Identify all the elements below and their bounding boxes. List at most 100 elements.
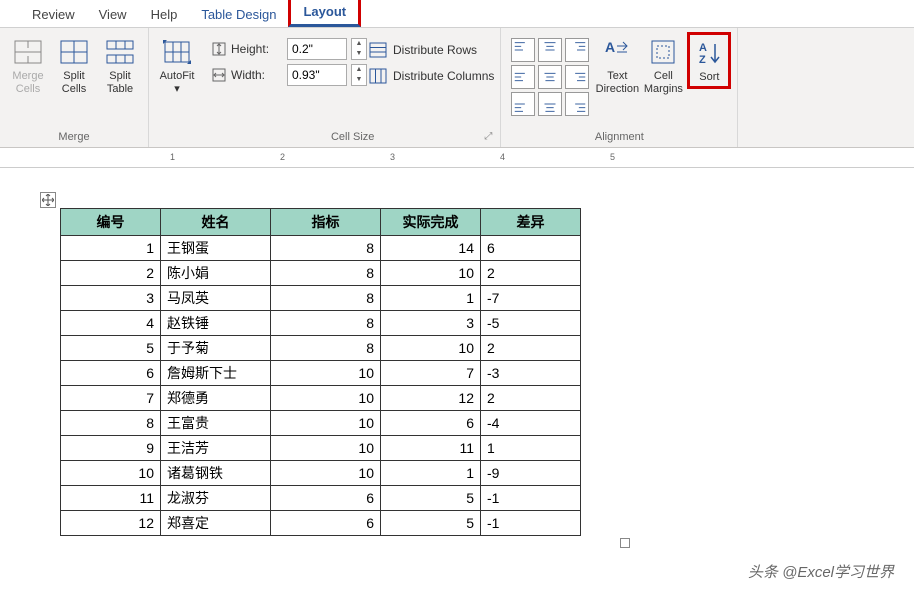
table-row[interactable]: 12郑喜定65-1 (61, 511, 581, 536)
table-row[interactable]: 9王洁芳10111 (61, 436, 581, 461)
table-cell[interactable]: 6 (271, 486, 381, 511)
table-cell[interactable]: 2 (481, 386, 581, 411)
table-cell[interactable]: 5 (381, 511, 481, 536)
table-cell[interactable]: 龙淑芬 (161, 486, 271, 511)
distribute-rows-button[interactable]: Distribute Rows (369, 42, 494, 58)
table-cell[interactable]: 王洁芳 (161, 436, 271, 461)
table-row[interactable]: 8王富贵106-4 (61, 411, 581, 436)
align-middle-right[interactable] (565, 65, 589, 89)
tab-help[interactable]: Help (139, 2, 190, 27)
tab-review[interactable]: Review (20, 2, 87, 27)
table-cell[interactable]: 8 (271, 236, 381, 261)
align-bottom-left[interactable] (511, 92, 535, 116)
table-cell[interactable]: 1 (481, 436, 581, 461)
table-cell[interactable]: 1 (381, 286, 481, 311)
table-cell[interactable]: 12 (381, 386, 481, 411)
table-cell[interactable]: 10 (61, 461, 161, 486)
align-bottom-right[interactable] (565, 92, 589, 116)
align-top-left[interactable] (511, 38, 535, 62)
width-spinner[interactable]: ▲▼ (351, 64, 367, 86)
cell-margins-button[interactable]: Cell Margins (641, 32, 685, 100)
table-row[interactable]: 7郑德勇10122 (61, 386, 581, 411)
table-cell[interactable]: 2 (481, 336, 581, 361)
table-cell[interactable]: 王钢蛋 (161, 236, 271, 261)
table-cell[interactable]: 4 (61, 311, 161, 336)
merge-cells-button[interactable]: Merge Cells (6, 32, 50, 100)
table-cell[interactable]: 陈小娟 (161, 261, 271, 286)
align-middle-left[interactable] (511, 65, 535, 89)
align-middle-center[interactable] (538, 65, 562, 89)
table-header-row[interactable]: 编号 姓名 指标 实际完成 差异 (61, 209, 581, 236)
table-cell[interactable]: 3 (381, 311, 481, 336)
table-cell[interactable]: 6 (381, 411, 481, 436)
table-cell[interactable]: 郑喜定 (161, 511, 271, 536)
table-cell[interactable]: 10 (271, 411, 381, 436)
table-row[interactable]: 2陈小娟8102 (61, 261, 581, 286)
table-move-handle[interactable] (40, 192, 56, 208)
table-cell[interactable]: 马凤英 (161, 286, 271, 311)
table-cell[interactable]: 詹姆斯下士 (161, 361, 271, 386)
document-area[interactable]: 编号 姓名 指标 实际完成 差异 1王钢蛋81462陈小娟81023马凤英81-… (0, 168, 914, 592)
tab-layout[interactable]: Layout (288, 0, 361, 27)
data-table[interactable]: 编号 姓名 指标 实际完成 差异 1王钢蛋81462陈小娟81023马凤英81-… (60, 208, 581, 536)
table-cell[interactable]: 6 (481, 236, 581, 261)
align-top-right[interactable] (565, 38, 589, 62)
table-row[interactable]: 4赵铁锤83-5 (61, 311, 581, 336)
tab-table-design[interactable]: Table Design (189, 2, 288, 27)
table-cell[interactable]: 10 (271, 361, 381, 386)
table-cell[interactable]: -4 (481, 411, 581, 436)
table-cell[interactable]: 8 (271, 311, 381, 336)
table-cell[interactable]: 1 (381, 461, 481, 486)
table-cell[interactable]: 11 (381, 436, 481, 461)
table-row[interactable]: 6詹姆斯下士107-3 (61, 361, 581, 386)
table-cell[interactable]: 5 (381, 486, 481, 511)
height-spinner[interactable]: ▲▼ (351, 38, 367, 60)
cell-size-launcher[interactable]: ⤢ (484, 131, 492, 142)
table-cell[interactable]: 10 (381, 336, 481, 361)
table-cell[interactable]: 郑德勇 (161, 386, 271, 411)
table-cell[interactable]: 6 (271, 511, 381, 536)
table-cell[interactable]: 5 (61, 336, 161, 361)
table-cell[interactable]: 10 (381, 261, 481, 286)
table-cell[interactable]: 2 (61, 261, 161, 286)
table-cell[interactable]: 8 (61, 411, 161, 436)
table-cell[interactable]: -7 (481, 286, 581, 311)
table-resize-handle[interactable] (620, 538, 630, 548)
table-cell[interactable]: 赵铁锤 (161, 311, 271, 336)
table-cell[interactable]: 8 (271, 336, 381, 361)
table-cell[interactable]: -1 (481, 511, 581, 536)
table-cell[interactable]: 6 (61, 361, 161, 386)
table-cell[interactable]: 10 (271, 461, 381, 486)
split-cells-button[interactable]: Split Cells (52, 32, 96, 100)
text-direction-button[interactable]: A Text Direction (595, 32, 639, 100)
tab-view[interactable]: View (87, 2, 139, 27)
autofit-button[interactable]: AutoFit▾ (155, 32, 199, 100)
distribute-columns-button[interactable]: Distribute Columns (369, 68, 494, 84)
table-row[interactable]: 1王钢蛋8146 (61, 236, 581, 261)
table-cell[interactable]: -9 (481, 461, 581, 486)
table-cell[interactable]: 于予菊 (161, 336, 271, 361)
split-table-button[interactable]: Split Table (98, 32, 142, 100)
table-cell[interactable]: 诸葛钢铁 (161, 461, 271, 486)
table-cell[interactable]: 1 (61, 236, 161, 261)
table-cell[interactable]: 12 (61, 511, 161, 536)
horizontal-ruler[interactable]: 1 2 3 4 5 (0, 148, 914, 168)
table-cell[interactable]: 王富贵 (161, 411, 271, 436)
table-cell[interactable]: 9 (61, 436, 161, 461)
table-row[interactable]: 5于予菊8102 (61, 336, 581, 361)
table-cell[interactable]: 8 (271, 261, 381, 286)
align-bottom-center[interactable] (538, 92, 562, 116)
table-cell[interactable]: 10 (271, 386, 381, 411)
sort-button[interactable]: AZ Sort (687, 32, 731, 89)
table-cell[interactable]: 14 (381, 236, 481, 261)
table-row[interactable]: 10诸葛钢铁101-9 (61, 461, 581, 486)
height-input[interactable] (287, 38, 347, 60)
table-cell[interactable]: 10 (271, 436, 381, 461)
width-input[interactable] (287, 64, 347, 86)
table-cell[interactable]: 11 (61, 486, 161, 511)
table-cell[interactable]: 8 (271, 286, 381, 311)
table-cell[interactable]: 2 (481, 261, 581, 286)
table-cell[interactable]: -1 (481, 486, 581, 511)
table-row[interactable]: 11龙淑芬65-1 (61, 486, 581, 511)
table-cell[interactable]: 7 (381, 361, 481, 386)
